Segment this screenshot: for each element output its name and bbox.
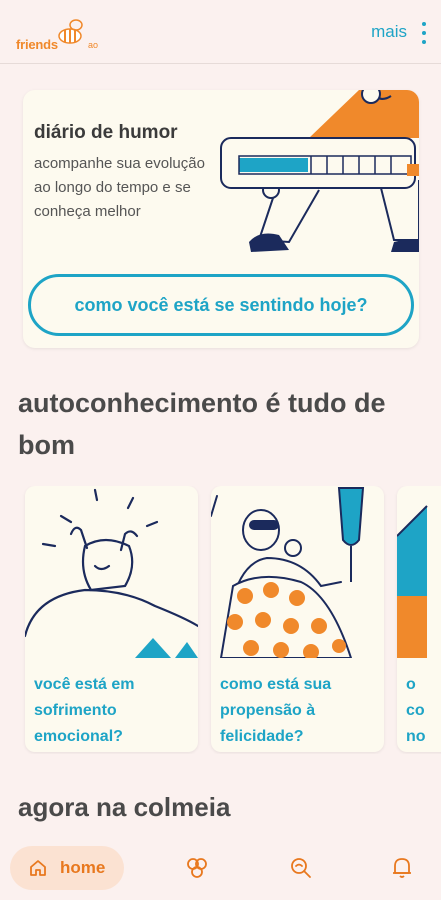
- app-header: friends ao mais: [0, 0, 441, 64]
- friends-logo[interactable]: friends ao: [16, 18, 112, 52]
- quiz-card-label: como está sua propensão à felicidade?: [220, 676, 332, 745]
- bee-logo-icon: [58, 19, 83, 44]
- nav-home-label: home: [60, 858, 106, 877]
- mood-diary-description: acompanhe sua evolução ao longo do tempo…: [34, 155, 205, 220]
- quiz-card-label: o co no: [406, 676, 426, 745]
- kebab-menu-icon[interactable]: [417, 22, 431, 44]
- mood-diary-title: diário de humor: [34, 122, 178, 143]
- logo-text: friends: [16, 37, 58, 52]
- quiz-card-label: você está em sofrimento emocional?: [34, 676, 135, 745]
- logo-suffix: ao: [87, 40, 98, 50]
- nav-home-button[interactable]: home: [10, 846, 124, 890]
- self-knowledge-heading: autoconhecimento é tudo de bom: [18, 388, 386, 460]
- quiz-card-partial[interactable]: o co no: [397, 486, 441, 752]
- hive-icon[interactable]: [185, 856, 209, 880]
- partial-card-illustration: [397, 505, 428, 658]
- quiz-card-happiness[interactable]: como está sua propensão à felicidade?: [211, 486, 384, 752]
- mood-diary-card[interactable]: diário de humor acompanhe sua evolução a…: [23, 90, 419, 348]
- how-are-you-feeling-button[interactable]: como você está se sentindo hoje?: [28, 274, 414, 336]
- hive-now-heading: agora na colmeia: [18, 792, 231, 822]
- search-icon[interactable]: [289, 856, 313, 880]
- mood-tracker-illustration: [220, 90, 419, 252]
- quiz-card-emotional-distress[interactable]: você está em sofrimento emocional?: [25, 486, 198, 752]
- quiz-carousel[interactable]: você está em sofrimento emocional? como: [0, 486, 441, 754]
- mood-progress-fill: [239, 158, 308, 172]
- more-menu-label[interactable]: mais: [371, 22, 407, 42]
- bottom-navigation: home: [0, 838, 441, 900]
- bell-icon[interactable]: [391, 856, 413, 880]
- happy-person-with-drink-illustration: [211, 487, 365, 658]
- home-icon: [30, 860, 46, 876]
- distressed-person-illustration: [25, 488, 198, 658]
